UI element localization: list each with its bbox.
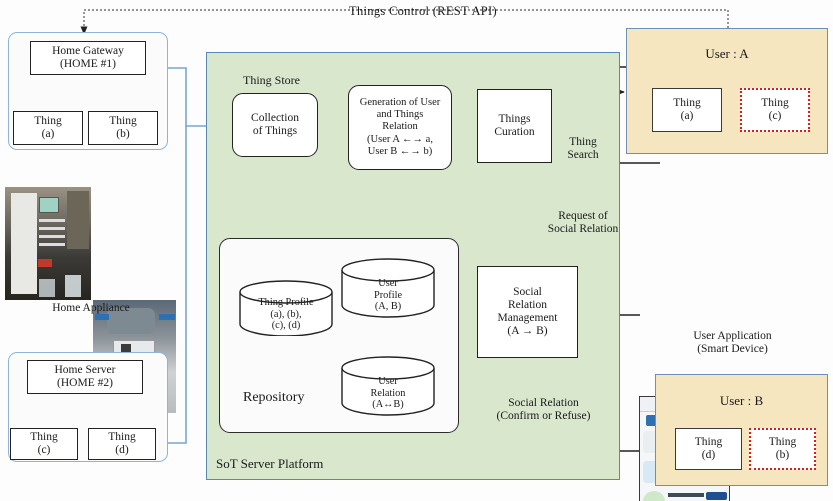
user-relation-line3: (A↔B) (372, 399, 404, 411)
home2-thing-d-line1: Thing (108, 430, 136, 443)
home-gateway-line2: (HOME #1) (60, 58, 116, 70)
user-a-thing-a-line1: Thing (673, 96, 701, 109)
thing-search-line2: Search (567, 149, 599, 161)
home-appliance-photo-left (5, 187, 91, 300)
generation-line1: Generation of User (359, 97, 441, 109)
social-relation-management-box[interactable]: Social Relation Management (A → B) (477, 266, 578, 358)
home2-thing-c-line1: Thing (30, 430, 58, 443)
user-a-thing-c-line2: (c) (768, 110, 782, 122)
diagram-canvas: Things Control (REST API) Home Gateway (… (0, 0, 833, 501)
user-profile-cylinder[interactable]: User Profile (A, B) (340, 258, 436, 318)
user-app-caption-line1: User Application (693, 329, 772, 342)
user-b-thing-b-line1: Thing (768, 435, 797, 448)
thing-profile-line2: (a), (b), (270, 308, 302, 320)
user-b-thing-b-line2: (b) (775, 449, 790, 461)
home1-thing-b[interactable]: Thing (b) (88, 111, 158, 145)
thing-profile-line3: (c), (d) (271, 320, 301, 332)
thing-search-line1: Thing (569, 135, 597, 148)
user-b-title: User : B (719, 393, 764, 408)
sot-server-platform-title: SoT Server Platform (216, 456, 324, 471)
generation-line3: Relation (382, 121, 418, 133)
collection-line2: of Things (252, 125, 298, 137)
user-a-thing-c[interactable]: Thing (c) (740, 88, 810, 132)
generation-line2: and Things (376, 109, 424, 121)
home2-thing-d[interactable]: Thing (d) (88, 428, 156, 460)
home1-thing-b-line1: Thing (109, 114, 137, 127)
home-gateway-line1: Home Gateway (52, 44, 124, 57)
home-server-line2: (HOME #2) (57, 377, 113, 389)
social-line2: Relation (508, 298, 547, 311)
user-b-thing-d[interactable]: Thing (d) (675, 428, 742, 470)
home1-thing-a-line2: (a) (41, 128, 55, 140)
user-relation-cylinder[interactable]: User Relation (A↔B) (340, 356, 436, 416)
user-b-thing-b[interactable]: Thing (b) (749, 428, 816, 470)
collection-line1: Collection (251, 111, 299, 124)
generation-line5: User B ←→ b) (367, 145, 433, 157)
request-line1: Request of (558, 209, 608, 222)
user-a-thing-a[interactable]: Thing (a) (652, 88, 722, 132)
user-profile-line2: Profile (373, 289, 403, 301)
thing-profile-cylinder[interactable]: Thing Profile (a), (b), (c), (d) (238, 280, 334, 336)
user-relation-text: User Relation (A↔B) (340, 376, 436, 411)
user-relation-line1: User (378, 376, 398, 388)
user-b-thing-d-line2: (d) (701, 449, 716, 461)
user-app-caption: User Application (Smart Device) (639, 328, 826, 358)
home2-thing-c[interactable]: Thing (c) (10, 428, 78, 460)
home2-thing-d-line2: (d) (115, 444, 129, 456)
home1-thing-a[interactable]: Thing (a) (13, 111, 83, 145)
home1-thing-a-line1: Thing (34, 114, 62, 127)
confirm-line1: Social Relation (508, 396, 579, 409)
thing-store-title: Thing Store (243, 73, 300, 87)
confirm-refuse-label: Social Relation (Confirm or Refuse) (471, 394, 616, 426)
request-social-relation-label: Request of Social Relation (530, 207, 636, 239)
social-line3: Management (497, 312, 558, 324)
user-relation-line2: Relation (370, 387, 406, 399)
home-server-box[interactable]: Home Server (HOME #2) (27, 360, 143, 394)
curation-line2: Curation (494, 126, 535, 138)
home-appliance-caption: Home Appliance (52, 302, 130, 314)
confirm-line2: (Confirm or Refuse) (496, 410, 591, 422)
social-line4: (A → B) (507, 325, 548, 338)
user-profile-line3: (A, B) (374, 301, 402, 313)
user-profile-text: User Profile (A, B) (340, 278, 436, 313)
generation-relation-box[interactable]: Generation of User and Things Relation (… (348, 85, 452, 170)
user-a-thing-a-line2: (a) (680, 110, 694, 122)
home2-thing-c-line2: (c) (37, 444, 51, 456)
repository-title: Repository (243, 390, 305, 405)
collection-of-things-box[interactable]: Collection of Things (232, 93, 318, 157)
user-b-thing-d-line1: Thing (694, 435, 723, 448)
user-a-title: User : A (705, 46, 749, 61)
home-gateway-box[interactable]: Home Gateway (HOME #1) (30, 41, 146, 75)
user-app-caption-line2: (Smart Device) (697, 343, 768, 355)
home-server-line1: Home Server (54, 363, 116, 376)
thing-search-label: Thing Search (556, 133, 610, 165)
curation-line1: Things (498, 112, 531, 125)
generation-line4: (User A ←→ a, (367, 133, 433, 145)
things-curation-box[interactable]: Things Curation (477, 89, 552, 163)
thing-profile-text: Thing Profile (a), (b), (c), (d) (238, 297, 334, 332)
user-profile-line1: User (378, 278, 398, 290)
things-control-label: Things Control (REST API) (349, 4, 497, 18)
request-line2: Social Relation (547, 223, 619, 235)
thing-profile-line1: Thing Profile (258, 297, 314, 309)
home1-thing-b-line2: (b) (116, 128, 130, 140)
social-line1: Social (513, 285, 542, 298)
user-a-thing-c-line1: Thing (761, 96, 789, 109)
